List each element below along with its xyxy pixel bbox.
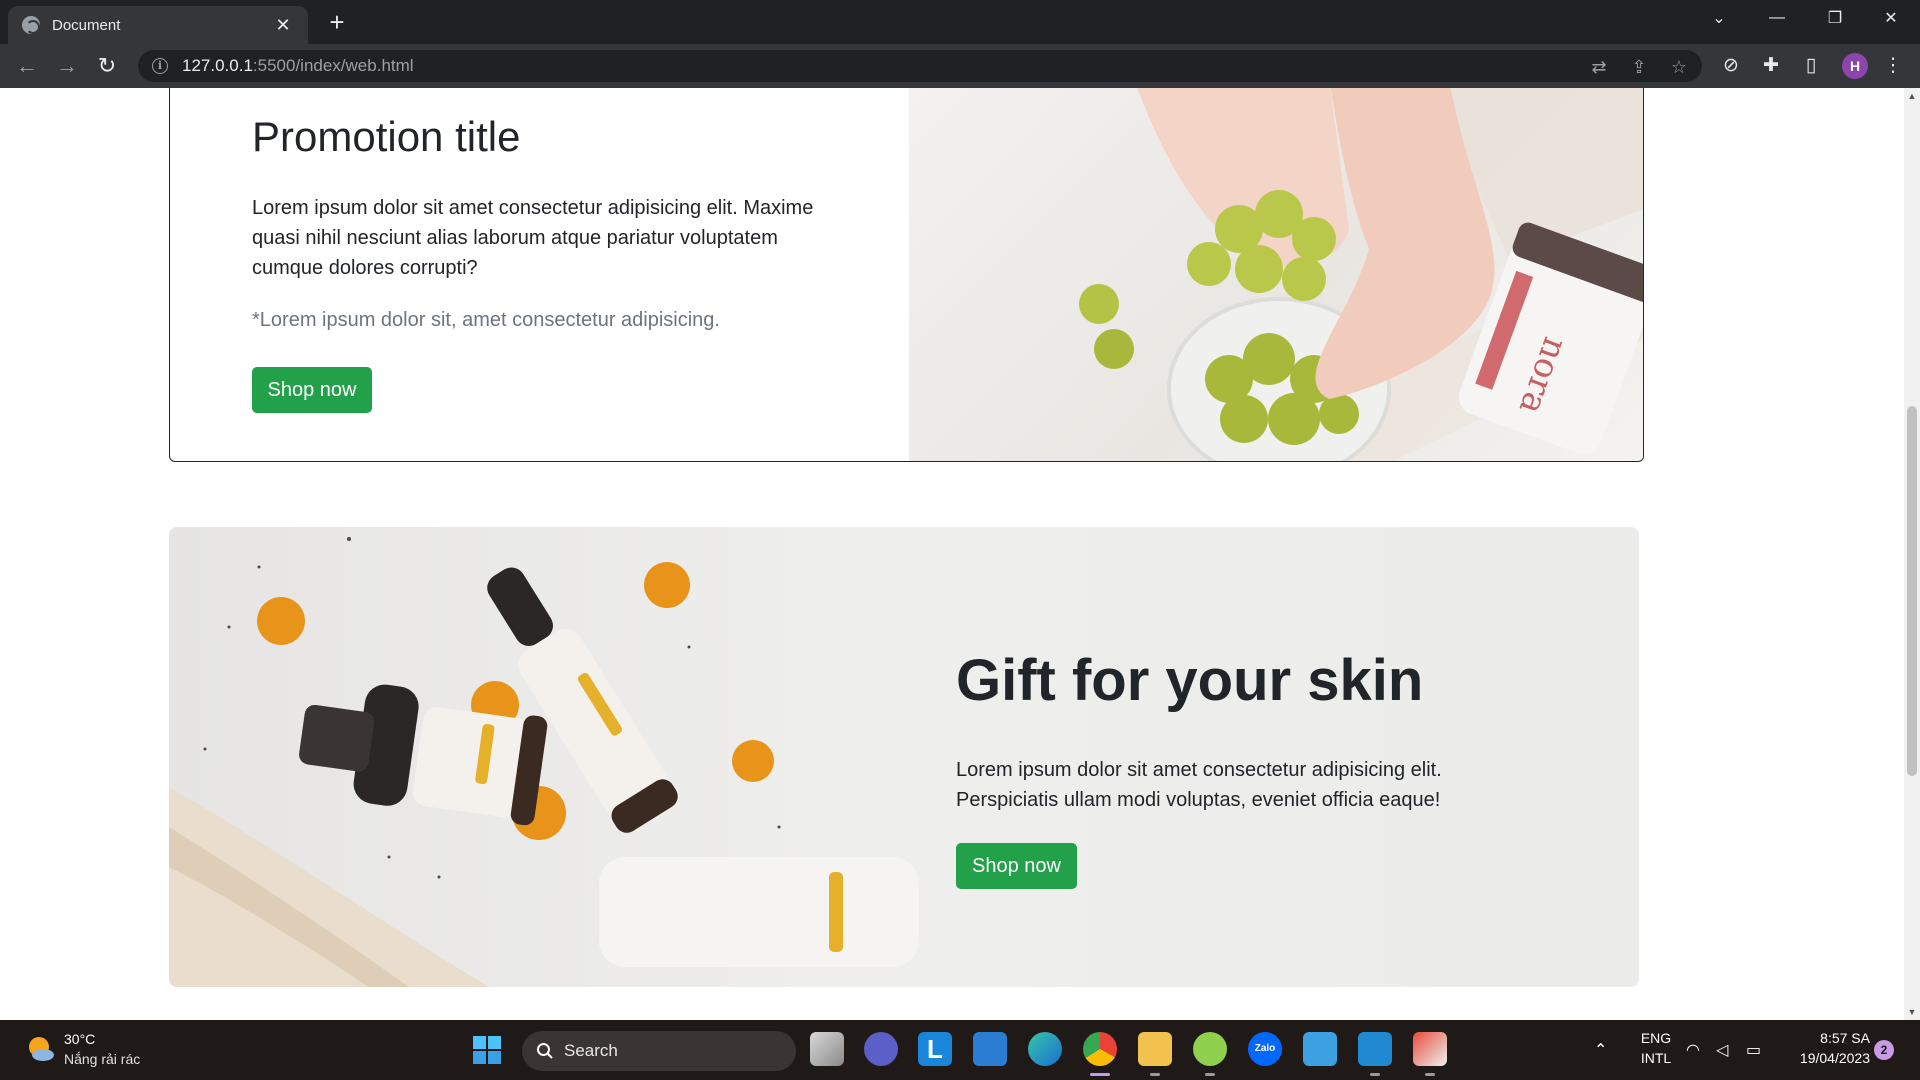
reload-icon[interactable]: ↻: [92, 52, 122, 80]
chrome-browser-icon[interactable]: [1083, 1032, 1117, 1066]
gift-shop-now-button[interactable]: Shop now: [956, 843, 1077, 889]
weather-description[interactable]: Nắng rải rác: [64, 1051, 140, 1067]
task-view-icon[interactable]: [810, 1032, 844, 1066]
teams-chat-icon[interactable]: [864, 1032, 898, 1066]
vscode-running-indicator: [1370, 1073, 1380, 1076]
page-scrollbar[interactable]: ▲ ▼: [1904, 88, 1920, 1020]
promotion-description: Lorem ipsum dolor sit amet consectetur a…: [252, 197, 814, 279]
tab-title: Document: [52, 16, 121, 34]
browser-tab-bar: Document ✕ + ⌄ — ❐ ✕: [0, 0, 1920, 44]
clock-time[interactable]: 8:57 SA: [1780, 1030, 1870, 1046]
search-icon: [537, 1043, 553, 1059]
notepad-icon[interactable]: [1303, 1032, 1337, 1066]
forward-arrow-icon[interactable]: →: [52, 52, 82, 80]
menu-kebab-icon[interactable]: ⋮: [1880, 54, 1906, 77]
address-bar[interactable]: i 127.0.0.1:5500/index/web.html ⇄ ⇪ ☆: [138, 50, 1702, 82]
taskbar-search-box[interactable]: Search: [522, 1031, 796, 1071]
promotion-shop-now-button[interactable]: Shop now: [252, 367, 372, 413]
battery-icon[interactable]: ▭: [1746, 1040, 1761, 1060]
scroll-up-arrow-icon[interactable]: ▲: [1904, 88, 1920, 104]
close-window-button[interactable]: ✕: [1862, 0, 1920, 36]
restore-button[interactable]: ❐: [1806, 0, 1864, 36]
bookmark-star-icon[interactable]: ☆: [1668, 57, 1690, 78]
gummies-photo: nora: [1079, 88, 1643, 461]
scrollbar-thumb[interactable]: [1907, 406, 1917, 776]
clock-date[interactable]: 19/04/2023: [1780, 1050, 1870, 1066]
windows-start-icon[interactable]: [472, 1035, 502, 1065]
page-viewport: Promotion title Lorem ipsum dolor sit am…: [0, 88, 1904, 1020]
promotion-footnote: *Lorem ipsum dolor sit, amet consectetur…: [252, 309, 720, 331]
new-tab-button[interactable]: +: [322, 8, 352, 36]
vscode-icon[interactable]: [1358, 1032, 1392, 1066]
file-explorer-icon[interactable]: [1138, 1032, 1172, 1066]
url-host: 127.0.0.1: [182, 56, 253, 75]
coccoc-running-indicator: [1205, 1073, 1215, 1076]
compass-extension-icon[interactable]: ⊘: [1718, 54, 1744, 77]
promotion-product-image: nora: [909, 88, 1643, 461]
snipping-running-indicator: [1425, 1073, 1435, 1076]
browser-tab[interactable]: Document ✕: [8, 6, 308, 44]
show-hidden-icons-chevron-icon[interactable]: ⌃: [1594, 1040, 1607, 1060]
tab-search-dropdown-icon[interactable]: ⌄: [1690, 0, 1748, 36]
weather-temperature[interactable]: 30°C: [64, 1031, 95, 1047]
back-arrow-icon[interactable]: ←: [12, 52, 42, 80]
tab-close-icon[interactable]: ✕: [272, 15, 294, 36]
gift-title: Gift for your skin: [956, 648, 1424, 713]
windows-taskbar: 30°C Nắng rải rác Search L Zalo ⌃ ENG IN…: [0, 1020, 1920, 1080]
mail-icon[interactable]: [973, 1032, 1007, 1066]
globe-icon: [22, 16, 40, 34]
edge-browser-icon[interactable]: [1028, 1032, 1062, 1066]
translate-icon[interactable]: ⇄: [1588, 57, 1610, 78]
chrome-active-indicator: [1090, 1073, 1110, 1076]
l-app-icon[interactable]: L: [918, 1032, 952, 1066]
language-indicator-line1[interactable]: ENG: [1634, 1030, 1678, 1046]
side-panel-icon[interactable]: ▯: [1798, 54, 1824, 77]
coccoc-browser-icon[interactable]: [1193, 1032, 1227, 1066]
volume-icon[interactable]: ◁: [1716, 1040, 1728, 1060]
site-info-icon[interactable]: i: [152, 58, 168, 74]
profile-avatar[interactable]: H: [1842, 53, 1868, 79]
zalo-icon[interactable]: Zalo: [1248, 1032, 1282, 1066]
language-indicator-line2[interactable]: INTL: [1634, 1050, 1678, 1066]
explorer-running-indicator: [1150, 1073, 1160, 1076]
scroll-down-arrow-icon[interactable]: ▼: [1904, 1004, 1920, 1020]
snipping-tool-icon[interactable]: [1413, 1032, 1447, 1066]
promotion-title: Promotion title: [252, 113, 521, 160]
url-path: :5500/index/web.html: [252, 56, 414, 75]
weather-sun-cloud-icon[interactable]: [26, 1034, 56, 1064]
browser-toolbar: ← → ↻ i 127.0.0.1:5500/index/web.html ⇄ …: [0, 44, 1920, 88]
promotion-card: Promotion title Lorem ipsum dolor sit am…: [169, 88, 1644, 462]
share-icon[interactable]: ⇪: [1628, 57, 1650, 78]
wifi-icon[interactable]: ◠: [1686, 1040, 1700, 1060]
notification-badge[interactable]: 2: [1874, 1040, 1894, 1060]
extensions-puzzle-icon[interactable]: ✚: [1758, 54, 1784, 77]
gift-banner: Gift for your skin Lorem ipsum dolor sit…: [169, 527, 1639, 987]
minimize-button[interactable]: —: [1748, 0, 1806, 36]
serum-bottles-photo: [169, 537, 919, 987]
search-label: Search: [564, 1041, 618, 1060]
gift-description: Lorem ipsum dolor sit amet consectetur a…: [956, 759, 1442, 811]
